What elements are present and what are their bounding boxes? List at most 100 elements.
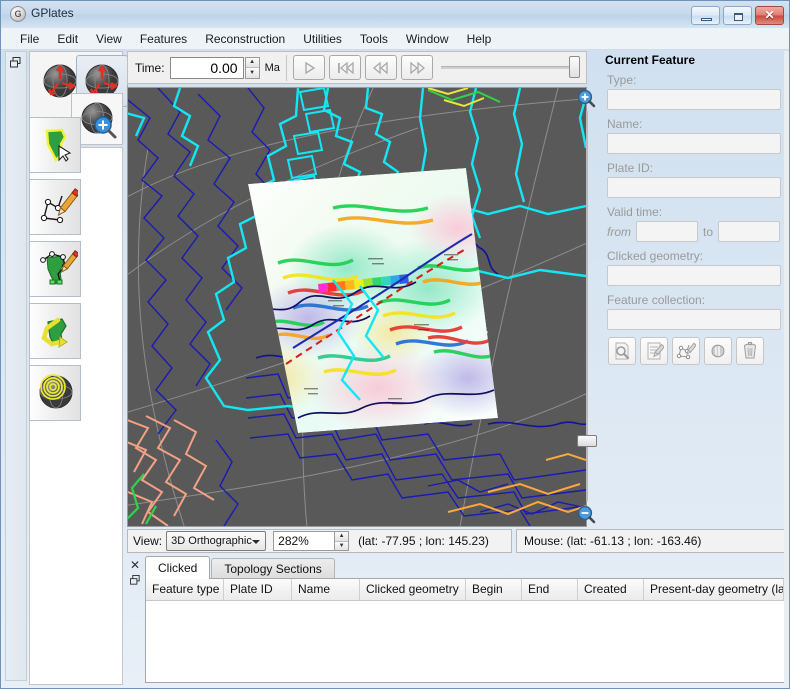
maximize-button[interactable] [723,6,752,25]
time-toolbar: Time: 0.00 ▲ ▼ Ma [127,51,587,84]
digitise-polyline-tool[interactable] [30,180,82,232]
menu-window[interactable]: Window [397,30,458,48]
step-forward-button[interactable] [400,55,433,80]
feature-action-buttons [608,337,787,365]
menu-bar: File Edit View Features Reconstruction U… [1,28,789,50]
valid-time-row: from to [607,221,783,242]
time-spin-up[interactable]: ▲ [245,57,259,67]
column-end[interactable]: End [522,579,578,600]
time-spin-down[interactable]: ▼ [245,67,259,78]
plate-id-label: Plate ID: [607,161,654,175]
column-begin[interactable]: Begin [466,579,522,600]
type-field[interactable] [607,89,781,110]
tab-topology-sections[interactable]: Topology Sections [211,558,335,579]
edit-feature-button[interactable] [640,337,668,365]
zoom-spin-up[interactable]: ▲ [335,532,349,541]
dock-controls: ✕ [127,557,143,685]
close-button[interactable]: ✕ [755,6,784,25]
minimize-icon [701,18,712,21]
column-plate-id[interactable]: Plate ID [224,579,292,600]
close-icon: ✕ [764,8,775,22]
clicked-geometry-field[interactable] [607,265,781,286]
digitise-tool-group [29,179,81,235]
zoom-in-icon[interactable] [577,89,596,108]
view-label: View: [133,534,163,548]
title-bar: G GPlates ✕ [1,1,789,28]
view-status-section: View: 3D Orthographic 282% ▲ ▼ (lat: -77… [127,529,512,553]
type-label: Type: [607,73,637,87]
rewind-to-start-button[interactable] [328,55,361,80]
time-slider-track [440,66,580,69]
valid-to-field[interactable] [718,221,781,242]
measure-tool[interactable] [30,366,82,418]
clicked-geometry-label: Clicked geometry: [607,249,704,263]
dock-float-icon[interactable] [129,575,141,590]
tool-dock-handle[interactable] [5,51,27,681]
current-feature-panel: Current Feature Type: Name: Plate ID: Va… [601,49,787,549]
clicked-feature-table: Feature type Plate ID Name Clicked geome… [145,578,785,683]
bottom-dock: ✕ Clicked Topology Sections Feature type… [127,556,785,685]
menu-reconstruction[interactable]: Reconstruction [196,30,294,48]
manipulate-pole-tool-group [29,303,81,359]
table-header-row: Feature type Plate ID Name Clicked geome… [146,579,784,601]
menu-edit[interactable]: Edit [48,30,87,48]
window-controls: ✕ [691,6,784,25]
zoom-slider[interactable] [575,87,599,527]
menu-tools[interactable]: Tools [351,30,397,48]
name-field[interactable] [607,133,781,154]
step-back-button[interactable] [364,55,397,80]
time-label: Time: [135,60,165,75]
delete-feature-button[interactable] [736,337,764,365]
move-vertex-tool-group [29,241,81,297]
menu-features[interactable]: Features [131,30,196,48]
valid-from-field[interactable] [636,221,698,242]
globe-view[interactable] [127,87,587,527]
minimize-button[interactable] [691,6,720,25]
clone-feature-button[interactable] [704,337,732,365]
valid-time-label: Valid time: [607,205,663,219]
zoom-slider-thumb[interactable] [577,435,597,447]
time-unit-label: Ma [264,61,280,74]
menu-file[interactable]: File [11,30,48,48]
feature-collection-label: Feature collection: [607,293,706,307]
query-feature-button[interactable] [608,337,636,365]
gplates-window: G GPlates ✕ File Edit View Features Reco… [0,0,790,689]
click-geometry-tool[interactable] [30,118,82,170]
time-slider[interactable] [440,55,580,80]
play-button[interactable] [292,55,325,80]
column-present-day-geometry[interactable]: Present-day geometry (la [644,579,784,600]
zoom-percent-spinner[interactable]: ▲ ▼ [335,531,350,551]
time-spinner[interactable]: ▲ ▼ [244,56,260,79]
tab-clicked[interactable]: Clicked [145,556,211,579]
chevron-down-icon [252,540,261,544]
plate-id-field[interactable] [607,177,781,198]
right-panel-scrollbar[interactable] [784,51,789,685]
app-logo-icon: G [10,6,26,22]
dock-tabs: Clicked Topology Sections [145,556,336,579]
menu-utilities[interactable]: Utilities [294,30,351,48]
current-feature-title: Current Feature [605,53,696,67]
feature-collection-field[interactable] [607,309,781,330]
column-clicked-geometry[interactable]: Clicked geometry [360,579,466,600]
manipulate-pole-tool[interactable] [30,304,82,356]
zoom-spin-down[interactable]: ▼ [335,540,349,550]
table-body[interactable] [146,601,784,682]
dock-close-icon[interactable]: ✕ [130,559,140,571]
measure-tool-group [29,365,81,421]
camera-position-label: (lat: -77.95 ; lon: 145.23) [358,534,489,548]
edit-geometry-button[interactable] [672,337,700,365]
column-name[interactable]: Name [292,579,360,600]
globe-canvas[interactable] [128,88,586,526]
zoom-percent-input[interactable]: 282% [273,531,336,551]
move-vertex-tool[interactable] [30,242,82,294]
time-slider-thumb[interactable] [569,56,580,78]
time-input[interactable]: 0.00 [169,56,244,79]
projection-combobox[interactable]: 3D Orthographic [166,531,267,551]
click-geometry-tool-group [29,117,81,173]
column-feature-type[interactable]: Feature type [146,579,224,600]
zoom-out-icon[interactable] [577,505,596,524]
menu-view[interactable]: View [87,30,131,48]
column-created[interactable]: Created [578,579,644,600]
menu-help[interactable]: Help [458,30,501,48]
float-toolbar-icon[interactable] [10,57,22,69]
